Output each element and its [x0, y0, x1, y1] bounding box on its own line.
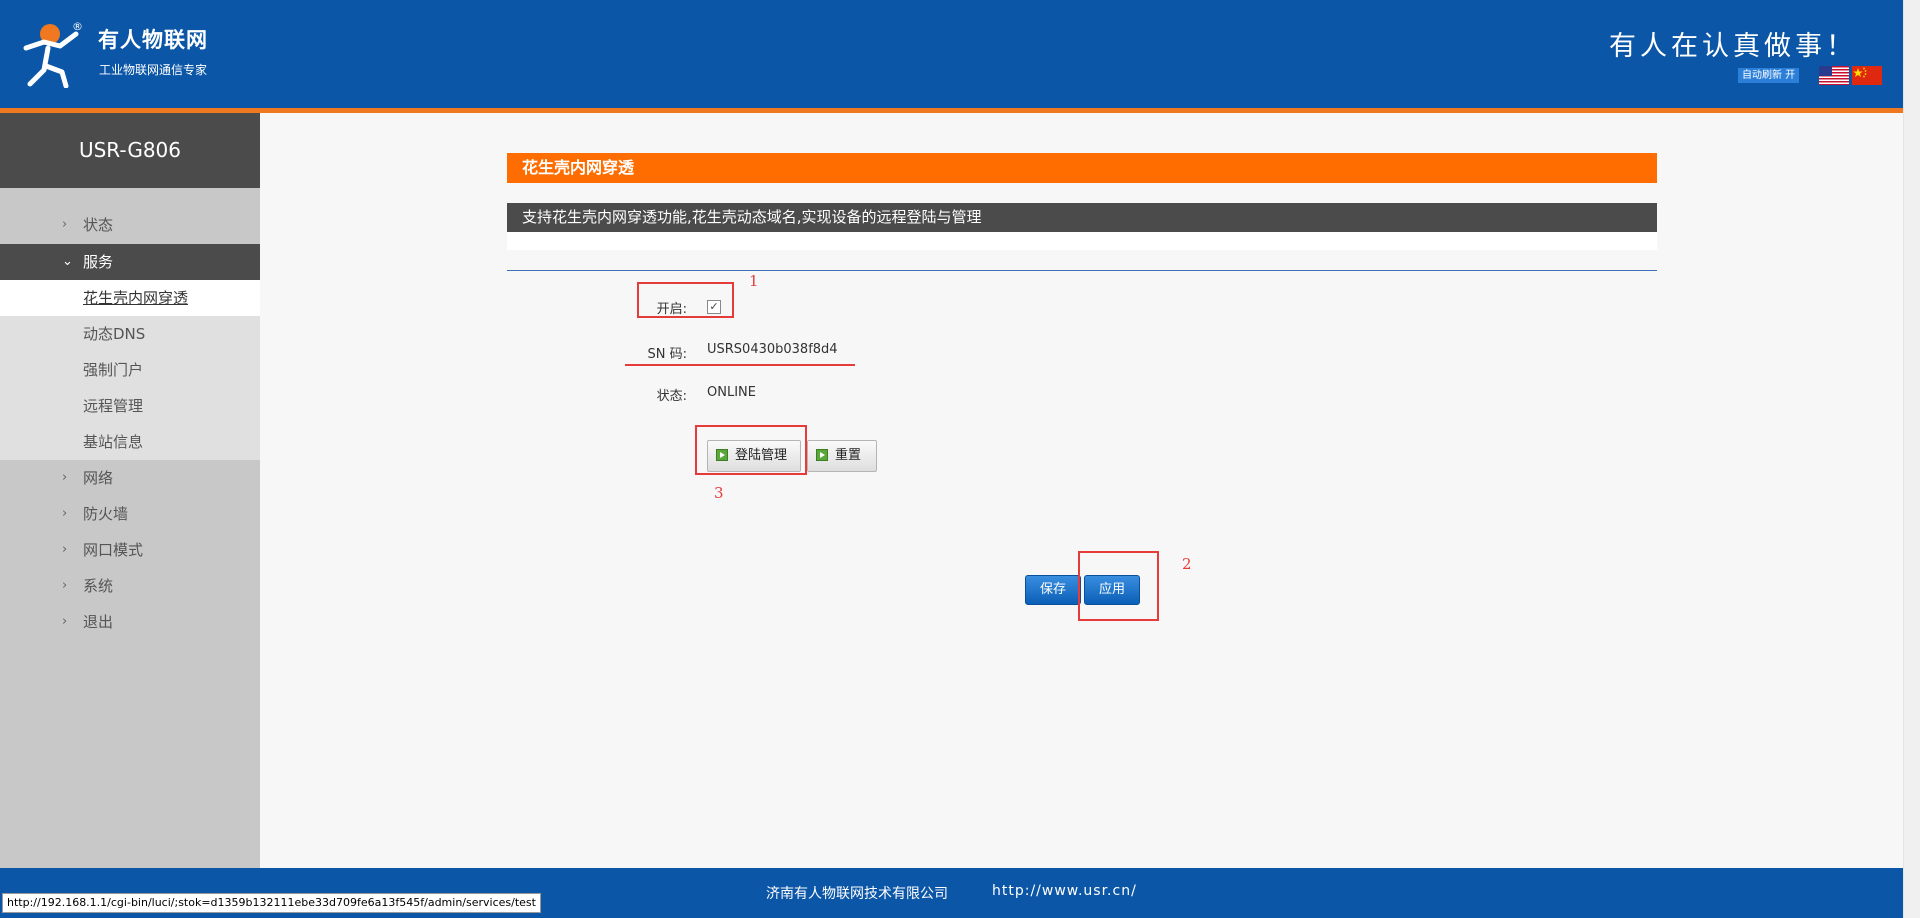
sidebar-subitem-label: 基站信息 [83, 433, 144, 451]
sidebar-item-label: 网口模式 [83, 541, 144, 559]
sidebar-item-port-mode[interactable]: › 网口模式 [0, 532, 260, 568]
sidebar-subitem-label: 花生壳内网穿透 [83, 289, 189, 307]
chevron-right-icon: › [62, 614, 68, 629]
sidebar-item-label: 状态 [83, 216, 114, 234]
sidebar-subitem-captive-portal[interactable]: 强制门户 [0, 352, 260, 388]
footer-url-link[interactable]: http://www.usr.cn/ [992, 883, 1137, 899]
sidebar-subitem-label: 动态DNS [83, 325, 146, 343]
slogan: 有人在认真做事！ [1609, 31, 1857, 62]
annotation-underline-sn [625, 364, 855, 366]
sidebar-item-label: 防火墙 [83, 505, 129, 523]
sn-value: USRS0430b038f8d4 [707, 342, 838, 357]
save-button[interactable]: 保存 [1025, 575, 1081, 605]
annotation-box-apply [1078, 551, 1159, 621]
sidebar: USR-G806 › 状态 ⌄ 服务 花生壳内网穿透 动态DNS 强制门户 远程… [0, 113, 260, 868]
page-title: 花生壳内网穿透 [522, 158, 635, 177]
annotation-number: 3 [714, 484, 724, 502]
english-flag-icon[interactable] [1819, 66, 1849, 85]
sidebar-item-label: 退出 [83, 613, 114, 631]
sidebar-subitem-remote-management[interactable]: 远程管理 [0, 388, 260, 424]
chevron-right-icon: › [62, 470, 68, 485]
chevron-right-icon: › [62, 506, 68, 521]
play-icon [816, 449, 828, 461]
sidebar-subitem-label: 强制门户 [83, 361, 144, 379]
sidebar-item-label: 网络 [83, 469, 114, 487]
header: ® 有人物联网 工业物联网通信专家 有人在认真做事！ 自动刷新 开 [0, 0, 1903, 108]
sidebar-item-firewall[interactable]: › 防火墙 [0, 496, 260, 532]
brand-subtitle: 工业物联网通信专家 [99, 63, 208, 77]
chevron-right-icon: › [62, 578, 68, 593]
brand-name: 有人物联网 [98, 28, 208, 52]
sidebar-subitem-ddns[interactable]: 动态DNS [0, 316, 260, 352]
annotation-number: 1 [749, 272, 759, 290]
status-label: 状态: [656, 389, 687, 404]
sidebar-subitem-label: 远程管理 [83, 397, 144, 415]
footer-company: 济南有人物联网技术有限公司 [766, 886, 948, 902]
chevron-down-icon: ⌄ [62, 254, 73, 269]
reset-label: 重置 [835, 448, 862, 463]
annotation-number: 2 [1182, 555, 1192, 573]
vertical-scrollbar[interactable] [1903, 0, 1920, 918]
annotation-box-login [695, 425, 807, 475]
sidebar-subitem-base-station[interactable]: 基站信息 [0, 424, 260, 460]
annotation-box-enable [637, 282, 734, 318]
sn-label: SN 码: [647, 347, 688, 362]
chinese-flag-icon[interactable] [1852, 66, 1882, 85]
sidebar-item-system[interactable]: › 系统 [0, 568, 260, 604]
status-bar-link-preview: http://192.168.1.1/cgi-bin/luci/;stok=d1… [2, 893, 541, 913]
sidebar-item-status[interactable]: › 状态 [0, 207, 260, 243]
sidebar-subitem-oray-penetration[interactable]: 花生壳内网穿透 [0, 280, 260, 316]
page-description: 支持花生壳内网穿透功能,花生壳动态域名,实现设备的远程登陆与管理 [522, 208, 982, 226]
page-description-bar: 支持花生壳内网穿透功能,花生壳动态域名,实现设备的远程登陆与管理 [507, 203, 1657, 232]
sidebar-item-logout[interactable]: › 退出 [0, 604, 260, 640]
sidebar-item-label: 服务 [83, 253, 114, 271]
auto-refresh-toggle[interactable]: 自动刷新 开 [1738, 68, 1800, 83]
chevron-right-icon: › [62, 217, 68, 232]
sidebar-item-network[interactable]: › 网络 [0, 460, 260, 496]
trademark-mark: ® [72, 20, 83, 33]
section-divider [507, 270, 1657, 271]
sidebar-item-label: 系统 [83, 577, 114, 595]
sidebar-item-services[interactable]: ⌄ 服务 [0, 244, 260, 280]
chevron-right-icon: › [62, 542, 68, 557]
device-model: USR-G806 [0, 113, 260, 188]
status-value: ONLINE [707, 385, 756, 400]
header-accent-stripe [0, 108, 1903, 113]
logo-icon: ® [23, 20, 83, 88]
description-spacer [507, 232, 1657, 250]
page-title-bar: 花生壳内网穿透 [507, 153, 1657, 183]
reset-button[interactable]: 重置 [807, 440, 877, 472]
